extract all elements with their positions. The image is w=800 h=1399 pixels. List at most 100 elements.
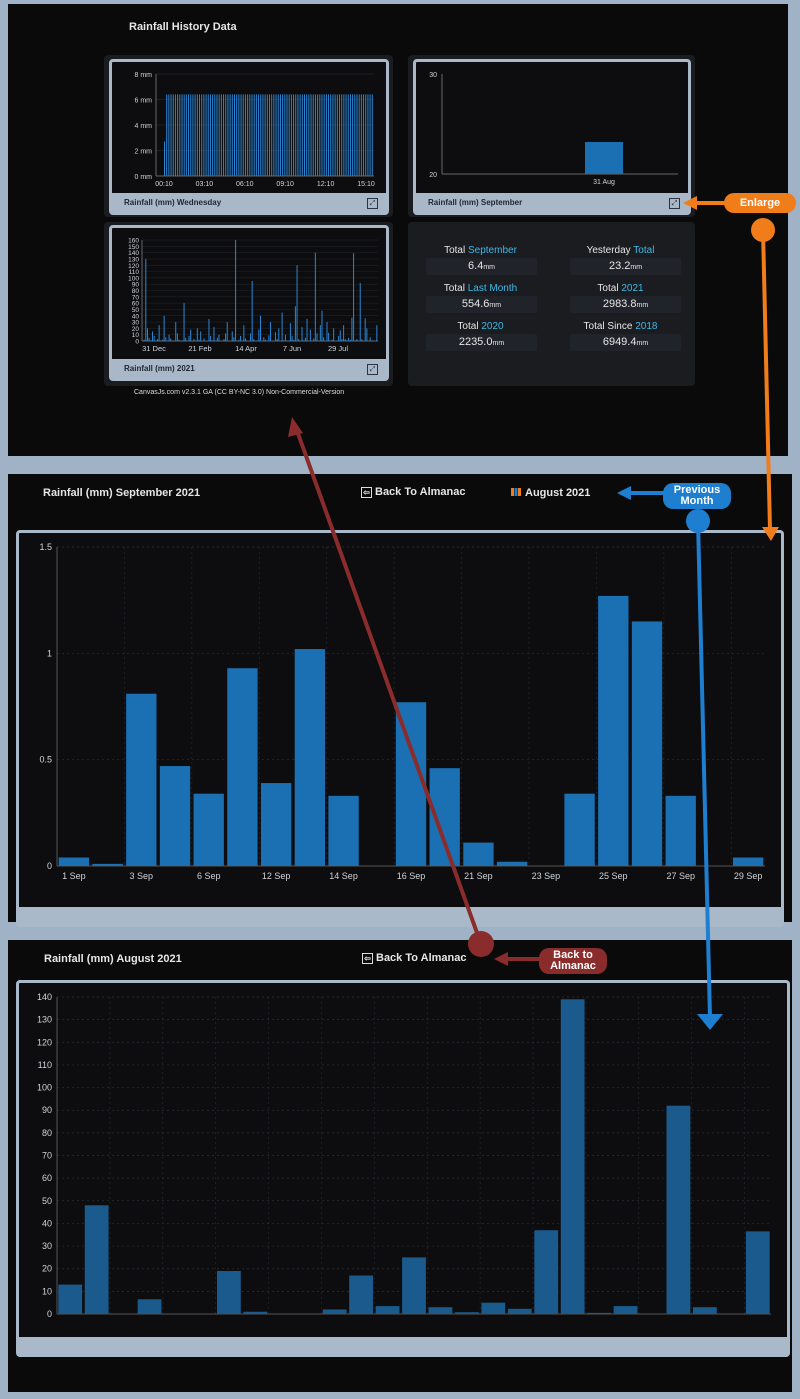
back-to-almanac-callout: Back to Almanac <box>539 948 607 974</box>
bar <box>363 94 365 176</box>
bar <box>274 332 276 341</box>
bar <box>260 783 292 866</box>
back-arrow-icon: ⇦ <box>361 487 372 498</box>
bar <box>190 329 192 341</box>
bar <box>212 94 214 176</box>
back-arrow-icon: ⇦ <box>362 953 373 964</box>
bar <box>161 339 163 341</box>
previous-month-link[interactable]: August 2021 <box>511 487 590 499</box>
bar <box>278 328 280 341</box>
bar <box>208 318 210 341</box>
year-2021-chart[interactable]: 0 10 20 30 40 50 60 70 80 90 100 110 120 130 140 150 160… <box>109 225 389 381</box>
bar-chart-icon <box>511 488 521 496</box>
bar <box>585 142 623 174</box>
bar <box>247 94 249 176</box>
bar <box>296 265 298 341</box>
bar <box>294 649 326 866</box>
bar <box>137 1299 162 1314</box>
x-tick-label: 09:10 <box>276 181 294 188</box>
bar <box>164 141 165 176</box>
bar <box>264 339 266 341</box>
bar <box>200 331 202 341</box>
x-tick-label: 12:10 <box>317 181 335 188</box>
bar <box>347 94 349 176</box>
bar <box>338 335 340 341</box>
bar <box>290 94 292 176</box>
bar <box>358 94 360 176</box>
bar <box>233 337 235 341</box>
wednesday-chart[interactable]: 0 mm 2 mm 4 mm 6 mm 8 mm 00:10 03:10 06:10 09:10… <box>109 59 389 215</box>
bar <box>145 258 147 341</box>
bar <box>266 94 268 176</box>
overview-title: Rainfall History Data <box>129 21 237 33</box>
y-tick-label: 10 <box>42 1286 52 1296</box>
expand-icon[interactable]: ⤢ <box>367 198 378 209</box>
bar <box>203 94 205 176</box>
bar <box>126 693 157 866</box>
bar <box>294 306 296 341</box>
bar <box>183 303 185 341</box>
back-to-almanac-link[interactable]: ⇦ Back To Almanac <box>361 486 465 498</box>
bar <box>564 793 595 866</box>
bar <box>348 337 350 341</box>
bar <box>587 1312 612 1314</box>
bar <box>665 795 696 866</box>
bar <box>188 335 190 341</box>
bar <box>185 94 187 176</box>
august-chart[interactable]: 010203040506070809010011012013014031 Jul… <box>16 980 790 1357</box>
bar <box>158 325 160 341</box>
bar <box>201 94 203 176</box>
x-tick-label: 15:10 <box>357 181 375 188</box>
y-tick-label: 100 <box>128 275 139 282</box>
bar <box>319 325 321 341</box>
bar <box>314 252 316 341</box>
bar <box>199 94 200 176</box>
bar <box>236 94 238 176</box>
x-tick-label: 03:10 <box>196 181 214 188</box>
y-tick-label: 110 <box>129 269 140 276</box>
bar <box>277 94 279 176</box>
bar <box>268 335 270 341</box>
bar <box>336 94 338 176</box>
expand-icon[interactable]: ⤢ <box>367 364 378 375</box>
bar <box>226 322 228 341</box>
bar <box>231 331 233 341</box>
y-tick-label: 30 <box>429 72 437 79</box>
bar <box>314 94 316 176</box>
credit-text[interactable]: CanvasJs.com v2.3.1 GA (CC BY-NC 3.0) No… <box>134 389 344 396</box>
bar <box>371 94 373 176</box>
bar <box>250 333 252 341</box>
expand-icon[interactable]: ⤢ <box>669 198 680 209</box>
bar <box>560 999 585 1314</box>
bar <box>165 337 167 341</box>
bar <box>303 340 305 341</box>
bar <box>366 328 368 341</box>
bar <box>339 330 341 341</box>
x-tick-label: 7 Jun <box>283 344 301 353</box>
y-tick-label: 90 <box>42 1105 52 1115</box>
x-tick-label: 12 Sep <box>262 871 291 881</box>
bar <box>168 94 170 176</box>
y-tick-label: 1.5 <box>39 542 52 552</box>
bar <box>534 1230 559 1314</box>
bar <box>253 94 255 176</box>
bar <box>344 339 346 341</box>
bar <box>235 240 237 341</box>
september-mini-chart[interactable]: 20 30 31 Aug Rainfall (mm) September ⤢ <box>413 59 691 215</box>
x-tick-label: 06:10 <box>236 181 254 188</box>
y-tick-label: 6 mm <box>135 98 153 105</box>
bar <box>364 318 366 341</box>
september-chart[interactable]: 0 0.5 1 1.5 1 Sep 3 Sep 6 Sep 12 Sep 14 Sep 16 Se… <box>16 530 784 927</box>
bar <box>613 1306 638 1314</box>
bar <box>260 94 262 176</box>
bar <box>375 1306 400 1314</box>
bar <box>255 94 257 176</box>
y-tick-label: 0 <box>47 1309 52 1317</box>
bar <box>367 94 369 176</box>
bar <box>245 338 247 341</box>
bar <box>190 94 192 176</box>
back-to-almanac-link[interactable]: ⇦ Back To Almanac <box>362 952 466 964</box>
bar <box>203 338 205 341</box>
bar <box>631 621 663 866</box>
bar <box>172 94 174 176</box>
